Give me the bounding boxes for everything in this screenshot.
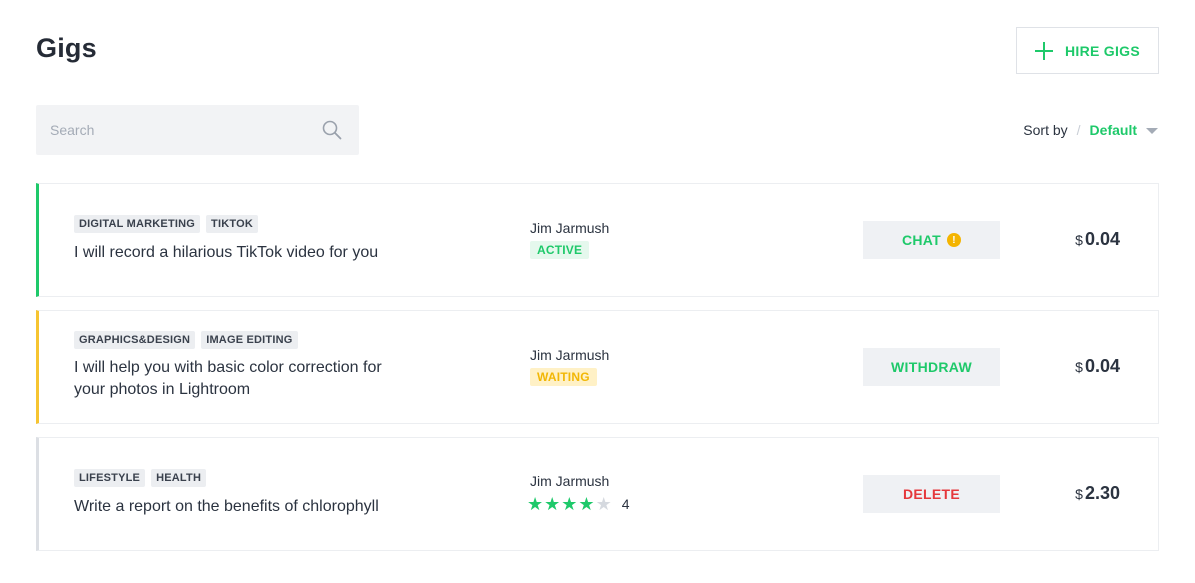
price-currency: $ [1075,359,1083,375]
sort-separator: / [1076,122,1081,138]
tag: HEALTH [151,469,207,487]
price: $ 0.04 [1075,229,1120,250]
sort-dropdown[interactable]: Default [1090,122,1137,138]
price: $ 2.30 [1075,483,1120,504]
price-currency: $ [1075,232,1083,248]
status-badge: ACTIVE [530,241,590,259]
sort-control: Sort by / Default [1023,122,1158,138]
gig-card: DIGITAL MARKETING TIKTOK I will record a… [36,183,1159,297]
tag-list: LIFESTYLE HEALTH [74,469,207,487]
withdraw-button-label: WITHDRAW [891,359,972,375]
rating-count: 4 [621,496,630,512]
tag: TIKTOK [206,215,258,233]
tag-list: GRAPHICS&DESIGN IMAGE EDITING [74,331,298,349]
star-filled-icon: ★ [527,494,544,514]
chat-button-label: CHAT [901,232,942,248]
gig-owner: Jim Jarmush [530,473,610,489]
gig-card: GRAPHICS&DESIGN IMAGE EDITING I will hel… [36,310,1159,424]
gig-owner: Jim Jarmush [530,347,610,363]
hire-gigs-label: HIRE GIGS [1064,42,1141,59]
star-rating: ★ ★ ★ ★ ★ 4 [527,495,630,513]
price-amount: 2.30 [1084,483,1120,503]
status-badge: WAITING [530,368,597,386]
tag-list: DIGITAL MARKETING TIKTOK [74,215,258,233]
tag: DIGITAL MARKETING [74,215,201,233]
price-amount: 0.04 [1084,356,1120,376]
search-box [36,105,359,155]
alert-dot-icon: ! [947,233,962,247]
star-filled-icon: ★ [578,494,595,514]
search-icon[interactable] [322,120,342,140]
plus-icon [1034,41,1053,60]
gig-owner: Jim Jarmush [530,220,610,236]
gig-title: Write a report on the benefits of chloro… [74,498,379,515]
search-input[interactable] [36,105,316,155]
chat-button[interactable]: CHAT ! [863,221,1000,259]
price-amount: 0.04 [1084,229,1120,249]
price: $ 0.04 [1075,356,1120,377]
star-filled-icon: ★ [561,494,578,514]
hire-gigs-button[interactable]: HIRE GIGS [1016,27,1159,74]
delete-button-label: DELETE [902,486,961,502]
gig-title: I will help you with basic color correct… [74,359,382,398]
gig-title: I will record a hilarious TikTok video f… [74,244,379,261]
page-title: Gigs [36,33,97,63]
withdraw-button[interactable]: WITHDRAW [863,348,1000,386]
sort-label: Sort by [1023,122,1068,138]
tag: GRAPHICS&DESIGN [74,331,196,349]
price-currency: $ [1075,486,1083,502]
star-empty-icon: ★ [595,494,612,514]
tag: IMAGE EDITING [201,331,298,349]
caret-down-icon[interactable] [1146,127,1158,134]
star-filled-icon: ★ [544,494,561,514]
delete-button[interactable]: DELETE [863,475,1000,513]
tag: LIFESTYLE [74,469,146,487]
